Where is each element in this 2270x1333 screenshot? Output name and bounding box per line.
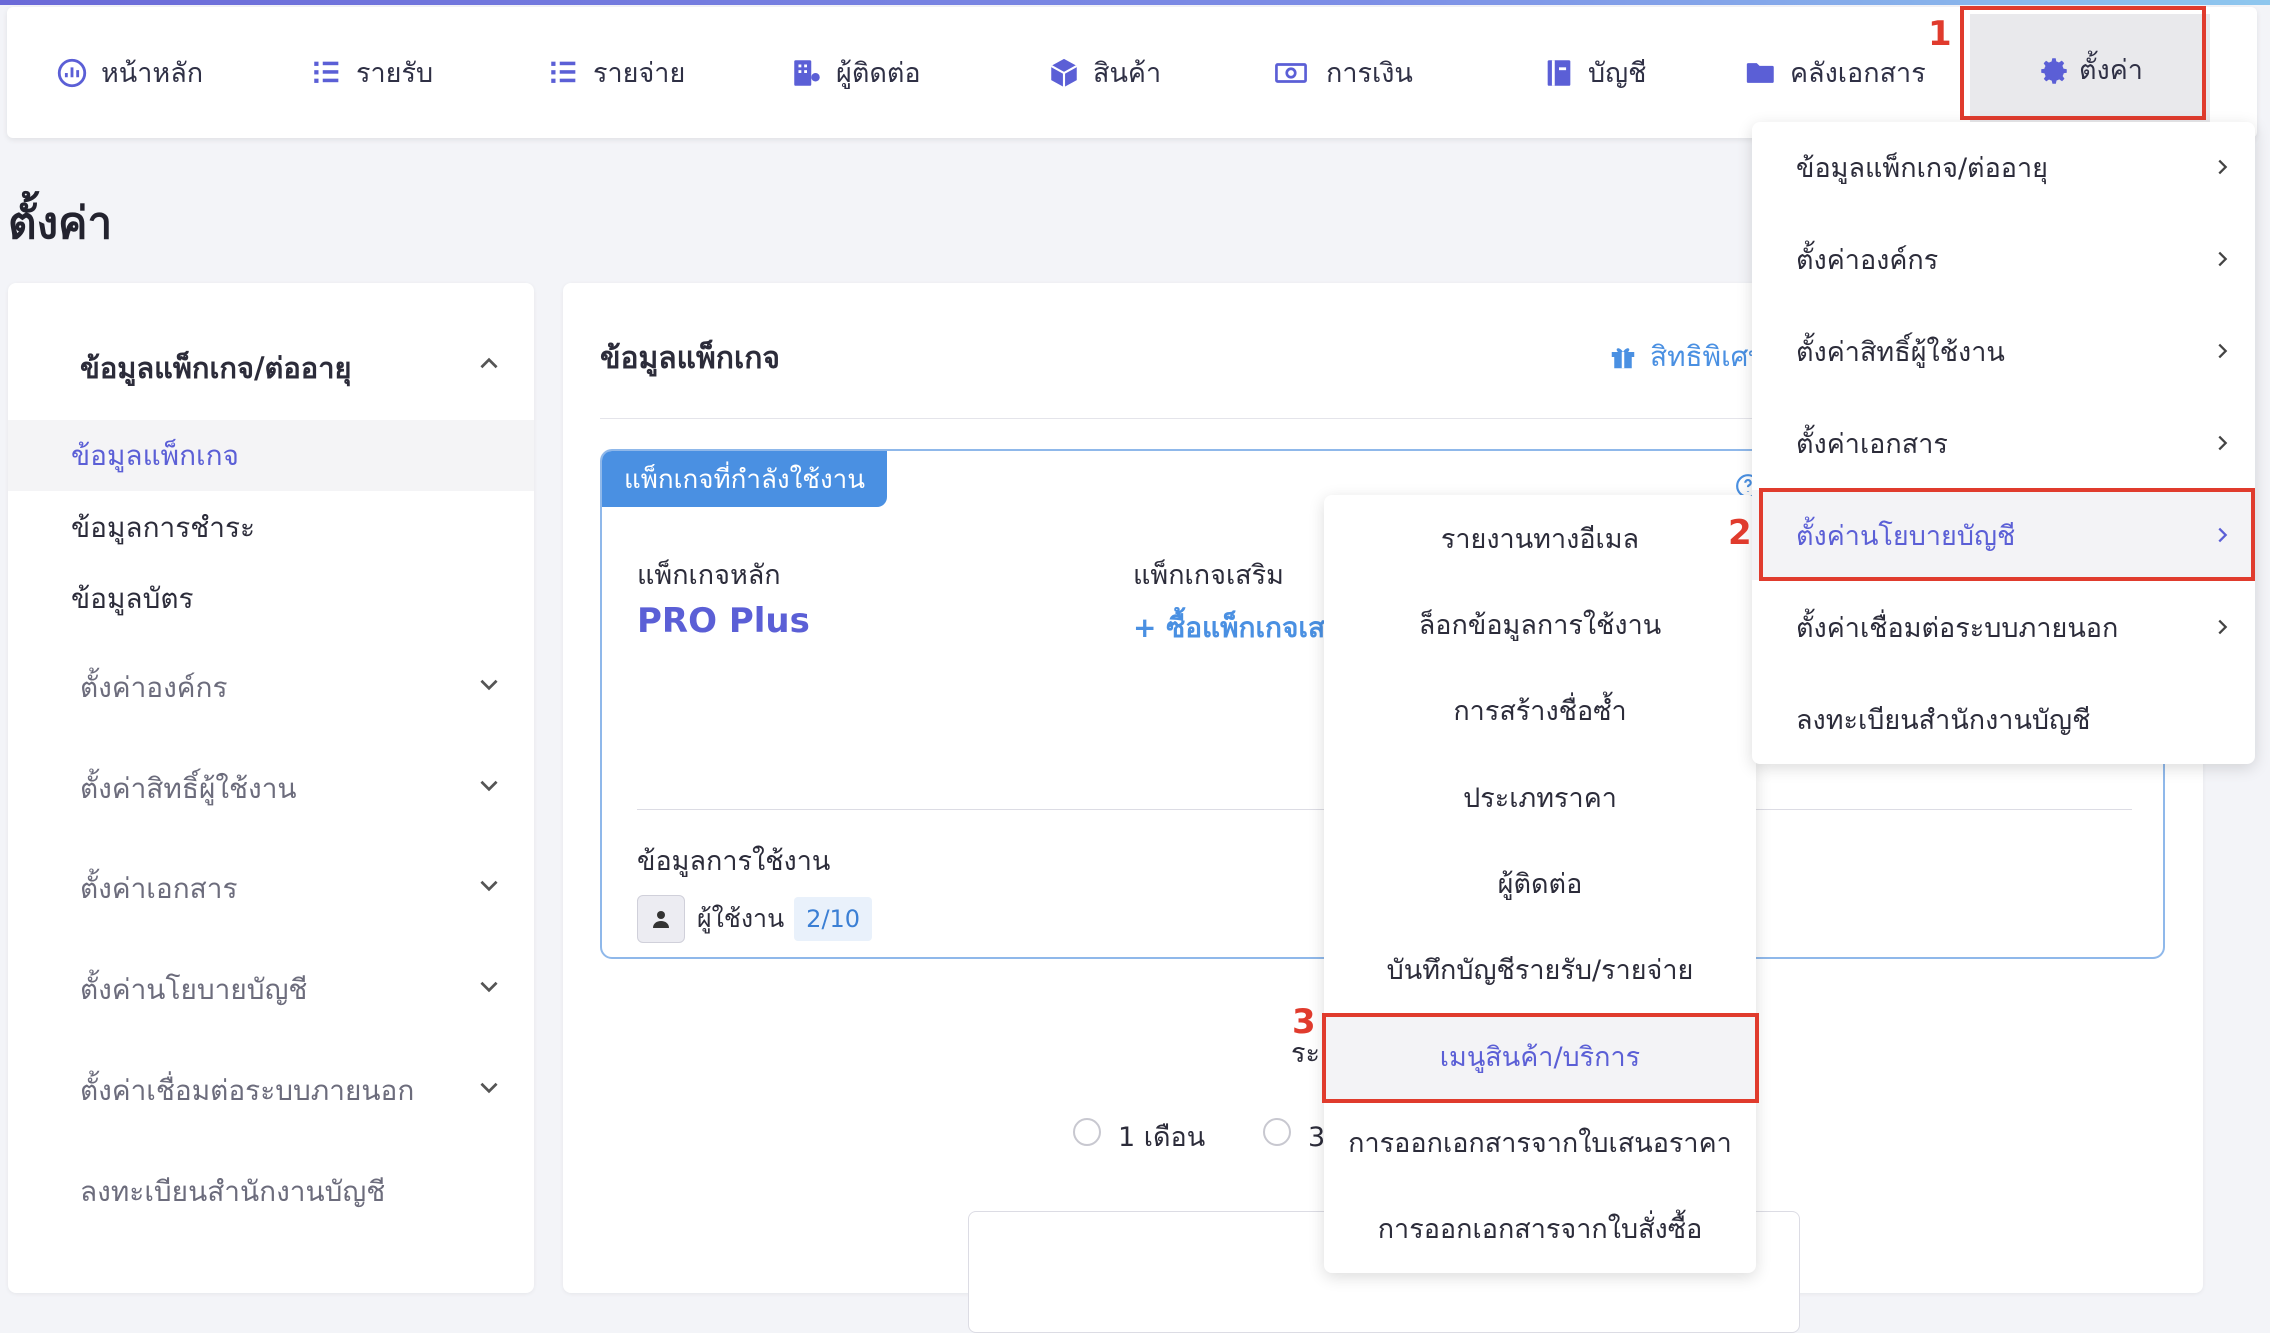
nav-item-contacts[interactable]: ผู้ติดต่อ bbox=[790, 7, 921, 138]
submenu-item-email-report[interactable]: รายงานทางอีเมล bbox=[1324, 495, 1756, 581]
sidebar-group-accounting-policy[interactable]: ตั้งค่านโยบายบัญชี bbox=[80, 968, 307, 1012]
dropdown-item-integrations[interactable]: ตั้งค่าเชื่อมต่อระบบภายนอก bbox=[1752, 582, 2255, 672]
nav-label: บัญชี bbox=[1588, 58, 1647, 89]
dropdown-label: ตั้งค่าเชื่อมต่อระบบภายนอก bbox=[1796, 612, 2119, 644]
sidebar-item-payment-info[interactable]: ข้อมูลการชำระ bbox=[71, 506, 255, 550]
dashboard-icon bbox=[55, 56, 89, 90]
dropdown-item-documents[interactable]: ตั้งค่าเอกสาร bbox=[1752, 398, 2255, 488]
dropdown-label: ข้อมูลแพ็กเกจ/ต่ออายุ bbox=[1796, 152, 2049, 184]
usage-label: ผู้ใช้งาน bbox=[697, 904, 785, 933]
usage-count-badge: 2/10 bbox=[794, 897, 873, 941]
nav-label: การเงิน bbox=[1326, 58, 1413, 89]
chevron-down-icon[interactable] bbox=[476, 973, 502, 999]
box-icon bbox=[1047, 56, 1081, 90]
chevron-right-icon bbox=[2211, 616, 2233, 638]
sidebar-group-package[interactable]: ข้อมูลแพ็กเกจ/ต่ออายุ bbox=[80, 345, 352, 391]
step-number-2: 2 bbox=[1728, 513, 1752, 553]
submenu-item-duplicate-names[interactable]: การสร้างชื่อซ้ำ bbox=[1324, 667, 1756, 753]
nav-label: ผู้ติดต่อ bbox=[836, 58, 921, 89]
income-list-icon bbox=[310, 56, 344, 90]
dropdown-label: ตั้งค่าสิทธิ์ผู้ใช้งาน bbox=[1796, 336, 2005, 368]
sidebar-group-organization[interactable]: ตั้งค่าองค์กร bbox=[80, 666, 228, 710]
dropdown-label: ลงทะเบียนสำนักงานบัญชี bbox=[1796, 704, 2091, 736]
top-navbar: หน้าหลัก รายรับ รายจ่าย ผู้ติดต่อ สินค้า… bbox=[7, 7, 2257, 138]
addon-package-label: แพ็กเกจเสริม bbox=[1133, 560, 1284, 591]
sidebar-group-integrations[interactable]: ตั้งค่าเชื่อมต่อระบบภายนอก bbox=[80, 1069, 414, 1113]
chevron-down-icon[interactable] bbox=[476, 671, 502, 697]
submenu-item-contacts[interactable]: ผู้ติดต่อ bbox=[1324, 840, 1756, 926]
user-icon bbox=[637, 895, 685, 943]
dropdown-item-package[interactable]: ข้อมูลแพ็กเกจ/ต่ออายุ bbox=[1752, 122, 2255, 212]
highlight-accounting-policy bbox=[1759, 488, 2255, 581]
dropdown-item-organization[interactable]: ตั้งค่าองค์กร bbox=[1752, 214, 2255, 304]
contacts-icon bbox=[790, 56, 824, 90]
period-radio-1-month[interactable] bbox=[1073, 1118, 1101, 1146]
nav-item-accounting[interactable]: บัญชี bbox=[1542, 7, 1646, 138]
main-package-value: PRO Plus bbox=[637, 601, 810, 641]
nav-label: หน้าหลัก bbox=[101, 58, 204, 89]
nav-item-income[interactable]: รายรับ bbox=[310, 7, 433, 138]
highlight-settings-nav bbox=[1960, 6, 2206, 120]
sidebar-group-documents[interactable]: ตั้งค่าเอกสาร bbox=[80, 867, 238, 911]
settings-dropdown: ข้อมูลแพ็กเกจ/ต่ออายุ ตั้งค่าองค์กร ตั้ง… bbox=[1752, 122, 2255, 764]
submenu-item-from-quotation[interactable]: การออกเอกสารจากใบเสนอราคา bbox=[1324, 1099, 1756, 1185]
main-package-label: แพ็กเกจหลัก bbox=[637, 560, 781, 591]
sidebar-group-permissions[interactable]: ตั้งค่าสิทธิ์ผู้ใช้งาน bbox=[80, 767, 297, 811]
dropdown-label: ตั้งค่าองค์กร bbox=[1796, 244, 1939, 276]
nav-item-expense[interactable]: รายจ่าย bbox=[547, 7, 685, 138]
chevron-right-icon bbox=[2211, 156, 2233, 178]
nav-label: รายรับ bbox=[356, 58, 434, 89]
dropdown-item-register-accounting-office[interactable]: ลงทะเบียนสำนักงานบัญชี bbox=[1752, 674, 2255, 764]
expense-list-icon bbox=[547, 56, 581, 90]
nav-label: คลังเอกสาร bbox=[1790, 58, 1926, 89]
step-number-3: 3 bbox=[1292, 1002, 1316, 1042]
money-icon bbox=[1274, 56, 1314, 90]
nav-item-documents[interactable]: คลังเอกสาร bbox=[1744, 7, 1926, 138]
chevron-right-icon bbox=[2211, 248, 2233, 270]
section-title: ข้อมูลแพ็กเกจ bbox=[600, 341, 780, 376]
submenu-item-income-expense-records[interactable]: บันทึกบัญชีรายรับ/รายจ่าย bbox=[1324, 926, 1756, 1012]
step-number-1: 1 bbox=[1928, 14, 1952, 54]
settings-sidebar: ข้อมูลแพ็กเกจ/ต่ออายุ ข้อมูลแพ็กเกจ ข้อม… bbox=[8, 283, 534, 1293]
submenu-item-from-purchase-order[interactable]: การออกเอกสารจากใบสั่งซื้อ bbox=[1324, 1185, 1756, 1271]
highlight-products-services bbox=[1322, 1013, 1759, 1103]
chevron-right-icon bbox=[2211, 432, 2233, 454]
page-title: ตั้งค่า bbox=[8, 198, 113, 249]
sidebar-item-register-accounting-office[interactable]: ลงทะเบียนสำนักงานบัญชี bbox=[80, 1170, 385, 1214]
sidebar-item-card-info[interactable]: ข้อมูลบัตร bbox=[71, 577, 194, 621]
nav-item-home[interactable]: หน้าหลัก bbox=[55, 7, 203, 138]
folder-icon bbox=[1744, 56, 1778, 90]
top-accent-strip bbox=[0, 0, 2270, 5]
accounting-policy-submenu: รายงานทางอีเมล ล็อกข้อมูลการใช้งาน การสร… bbox=[1324, 495, 1756, 1273]
nav-label: รายจ่าย bbox=[593, 58, 686, 89]
submenu-item-usage-log[interactable]: ล็อกข้อมูลการใช้งาน bbox=[1324, 581, 1756, 667]
gift-icon bbox=[1608, 342, 1638, 372]
dropdown-label: ตั้งค่าเอกสาร bbox=[1796, 428, 1948, 460]
dropdown-item-permissions[interactable]: ตั้งค่าสิทธิ์ผู้ใช้งาน bbox=[1752, 306, 2255, 396]
sidebar-item-package-info[interactable]: ข้อมูลแพ็กเกจ bbox=[71, 434, 239, 478]
chevron-down-icon[interactable] bbox=[476, 872, 502, 898]
nav-label: สินค้า bbox=[1093, 58, 1162, 89]
chevron-down-icon[interactable] bbox=[476, 1074, 502, 1100]
ledger-icon bbox=[1542, 56, 1576, 90]
nav-item-products[interactable]: สินค้า bbox=[1047, 7, 1161, 138]
chevron-right-icon bbox=[2211, 340, 2233, 362]
privileges-label: สิทธิพิเศษ bbox=[1650, 340, 1767, 373]
privileges-link[interactable]: สิทธิพิเศษ bbox=[1608, 335, 1767, 379]
period-option-1-month: 1 เดือน bbox=[1118, 1122, 1206, 1153]
submenu-item-price-type[interactable]: ประเภทราคา bbox=[1324, 754, 1756, 840]
active-package-tab: แพ็กเกจที่กำลังใช้งาน bbox=[602, 451, 888, 507]
period-radio-3-month[interactable] bbox=[1263, 1118, 1291, 1146]
usage-title: ข้อมูลการใช้งาน bbox=[637, 846, 831, 877]
usage-row: ผู้ใช้งาน 2/10 bbox=[637, 895, 873, 943]
chevron-down-icon[interactable] bbox=[476, 772, 502, 798]
chevron-up-icon[interactable] bbox=[476, 351, 502, 377]
nav-item-finance[interactable]: การเงิน bbox=[1274, 7, 1413, 138]
